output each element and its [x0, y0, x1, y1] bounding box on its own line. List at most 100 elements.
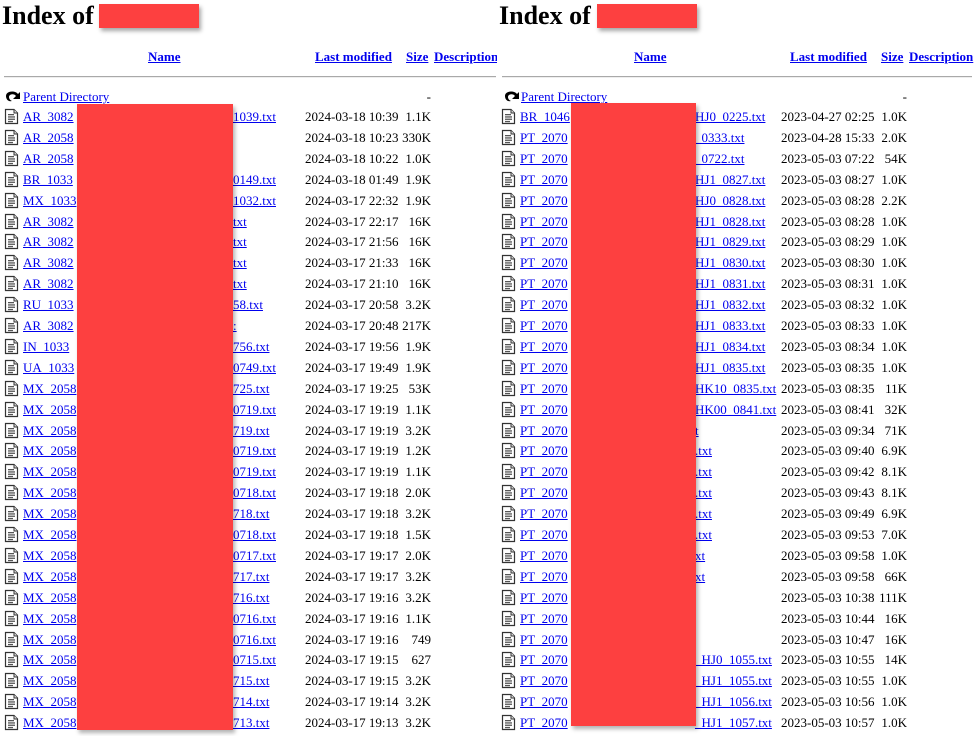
column-header-name[interactable]: Name: [148, 49, 181, 65]
column-header-size[interactable]: Size: [406, 49, 428, 65]
file-name-link-suffix[interactable]: 0715.txt: [233, 649, 276, 670]
file-name-link[interactable]: PT_2070: [520, 524, 568, 545]
file-name-link[interactable]: UA_1033: [23, 357, 74, 378]
file-name-link-suffix[interactable]: .txt: [695, 482, 712, 503]
file-name-link[interactable]: PT_2070: [520, 336, 568, 357]
file-name-link[interactable]: PT_2070: [520, 440, 568, 461]
file-name-link-suffix[interactable]: 0719.txt: [233, 440, 276, 461]
file-name-link[interactable]: PT_2070: [520, 420, 568, 441]
file-name-link[interactable]: MX_2058: [23, 608, 76, 629]
file-name-link-suffix[interactable]: HJ1_0833.txt: [695, 315, 765, 336]
file-name-link-suffix[interactable]: _0722.txt: [695, 148, 744, 169]
file-name-link-suffix[interactable]: 0718.txt: [233, 524, 276, 545]
file-name-link[interactable]: PT_2070: [520, 127, 568, 148]
file-name-link[interactable]: PT_2070: [520, 399, 568, 420]
file-name-link-suffix[interactable]: 1032.txt: [233, 190, 276, 211]
file-name-link-suffix[interactable]: 756.txt: [233, 336, 269, 357]
file-name-link[interactable]: AR_2058: [23, 148, 74, 169]
file-name-link[interactable]: AR_3082: [23, 252, 74, 273]
column-header-description[interactable]: Description: [434, 49, 497, 65]
file-name-link-suffix[interactable]: _HJ1_1055.txt: [695, 670, 772, 691]
file-name-link[interactable]: PT_2070: [520, 691, 568, 712]
file-name-link[interactable]: MX_2058: [23, 587, 76, 608]
file-name-link[interactable]: PT_2070: [520, 482, 568, 503]
file-name-link-suffix[interactable]: .txt: [695, 461, 712, 482]
file-name-link-suffix[interactable]: 58.txt: [233, 294, 263, 315]
file-name-link[interactable]: BR_1046: [520, 106, 570, 127]
file-name-link[interactable]: MX_2058: [23, 545, 76, 566]
file-name-link[interactable]: PT_2070: [520, 608, 568, 629]
column-header-last-modified[interactable]: Last modified: [790, 49, 867, 65]
file-name-link-suffix[interactable]: 716.txt: [233, 587, 269, 608]
file-name-link[interactable]: AR_3082: [23, 315, 74, 336]
file-name-link-suffix[interactable]: 725.txt: [233, 378, 269, 399]
file-name-link[interactable]: MX_2058: [23, 712, 76, 733]
file-name-link-suffix[interactable]: HJ1_0835.txt: [695, 357, 765, 378]
file-name-link[interactable]: PT_2070: [520, 649, 568, 670]
file-name-link-suffix[interactable]: 0716.txt: [233, 608, 276, 629]
file-name-link[interactable]: AR_2058: [23, 127, 74, 148]
file-name-link[interactable]: PT_2070: [520, 503, 568, 524]
file-name-link-suffix[interactable]: HJ0_0828.txt: [695, 190, 765, 211]
file-name-link-suffix[interactable]: HJ1_0827.txt: [695, 169, 765, 190]
file-name-link[interactable]: AR_3082: [23, 273, 74, 294]
file-name-link-suffix[interactable]: :: [233, 315, 237, 336]
file-name-link[interactable]: PT_2070: [520, 587, 568, 608]
file-name-link[interactable]: MX_2058: [23, 420, 76, 441]
file-name-link-suffix[interactable]: 719.txt: [233, 420, 269, 441]
file-name-link[interactable]: PT_2070: [520, 712, 568, 733]
file-name-link[interactable]: PT_2070: [520, 169, 568, 190]
file-name-link[interactable]: MX_2058: [23, 482, 76, 503]
file-name-link-suffix[interactable]: 0719.txt: [233, 399, 276, 420]
file-name-link[interactable]: PT_2070: [520, 190, 568, 211]
file-name-link-suffix[interactable]: HJ1_0831.txt: [695, 273, 765, 294]
file-name-link[interactable]: PT_2070: [520, 378, 568, 399]
file-name-link[interactable]: MX_2058: [23, 649, 76, 670]
file-name-link[interactable]: MX_2058: [23, 691, 76, 712]
file-name-link-suffix[interactable]: HK10_0835.txt: [695, 378, 776, 399]
file-name-link-suffix[interactable]: 715.txt: [233, 670, 269, 691]
file-name-link-suffix[interactable]: 713.txt: [233, 712, 269, 733]
file-name-link-suffix[interactable]: .txt: [695, 524, 712, 545]
file-name-link[interactable]: MX_2058: [23, 378, 76, 399]
column-header-last-modified[interactable]: Last modified: [315, 49, 392, 65]
file-name-link[interactable]: PT_2070: [520, 273, 568, 294]
file-name-link[interactable]: MX_2058: [23, 461, 76, 482]
file-name-link[interactable]: MX_2058: [23, 566, 76, 587]
file-name-link[interactable]: MX_1033: [23, 190, 76, 211]
file-name-link[interactable]: PT_2070: [520, 211, 568, 232]
file-name-link-suffix[interactable]: txt: [233, 231, 247, 252]
file-name-link[interactable]: BR_1033: [23, 169, 73, 190]
file-name-link-suffix[interactable]: HJ1_0830.txt: [695, 252, 765, 273]
file-name-link[interactable]: MX_2058: [23, 399, 76, 420]
file-name-link[interactable]: PT_2070: [520, 315, 568, 336]
file-name-link[interactable]: PT_2070: [520, 294, 568, 315]
file-name-link-suffix[interactable]: xt: [695, 545, 705, 566]
file-name-link[interactable]: IN_1033: [23, 336, 69, 357]
file-name-link-suffix[interactable]: xt: [695, 566, 705, 587]
file-name-link[interactable]: RU_1033: [23, 294, 74, 315]
file-name-link[interactable]: PT_2070: [520, 252, 568, 273]
file-name-link-suffix[interactable]: .txt: [695, 440, 712, 461]
file-name-link[interactable]: AR_3082: [23, 211, 74, 232]
file-name-link[interactable]: MX_2058: [23, 670, 76, 691]
file-name-link-suffix[interactable]: _HJ0_1055.txt: [695, 649, 772, 670]
file-name-link-suffix[interactable]: 0717.txt: [233, 545, 276, 566]
file-name-link-suffix[interactable]: 0718.txt: [233, 482, 276, 503]
file-name-link-suffix[interactable]: 0149.txt: [233, 169, 276, 190]
file-name-link-suffix[interactable]: .txt: [695, 503, 712, 524]
file-name-link-suffix[interactable]: HK00_0841.txt: [695, 399, 776, 420]
file-name-link[interactable]: MX_2058: [23, 440, 76, 461]
file-name-link[interactable]: MX_2058: [23, 629, 76, 650]
file-name-link-suffix[interactable]: 714.txt: [233, 691, 269, 712]
file-name-link-suffix[interactable]: txt: [233, 273, 247, 294]
file-name-link-suffix[interactable]: HJ1_0832.txt: [695, 294, 765, 315]
file-name-link-suffix[interactable]: txt: [233, 211, 247, 232]
file-name-link[interactable]: MX_2058: [23, 524, 76, 545]
file-name-link[interactable]: PT_2070: [520, 148, 568, 169]
file-name-link[interactable]: PT_2070: [520, 231, 568, 252]
file-name-link[interactable]: PT_2070: [520, 357, 568, 378]
column-header-size[interactable]: Size: [881, 49, 903, 65]
file-name-link-suffix[interactable]: _HJ1_1057.txt: [695, 712, 772, 733]
file-name-link-suffix[interactable]: 717.txt: [233, 566, 269, 587]
